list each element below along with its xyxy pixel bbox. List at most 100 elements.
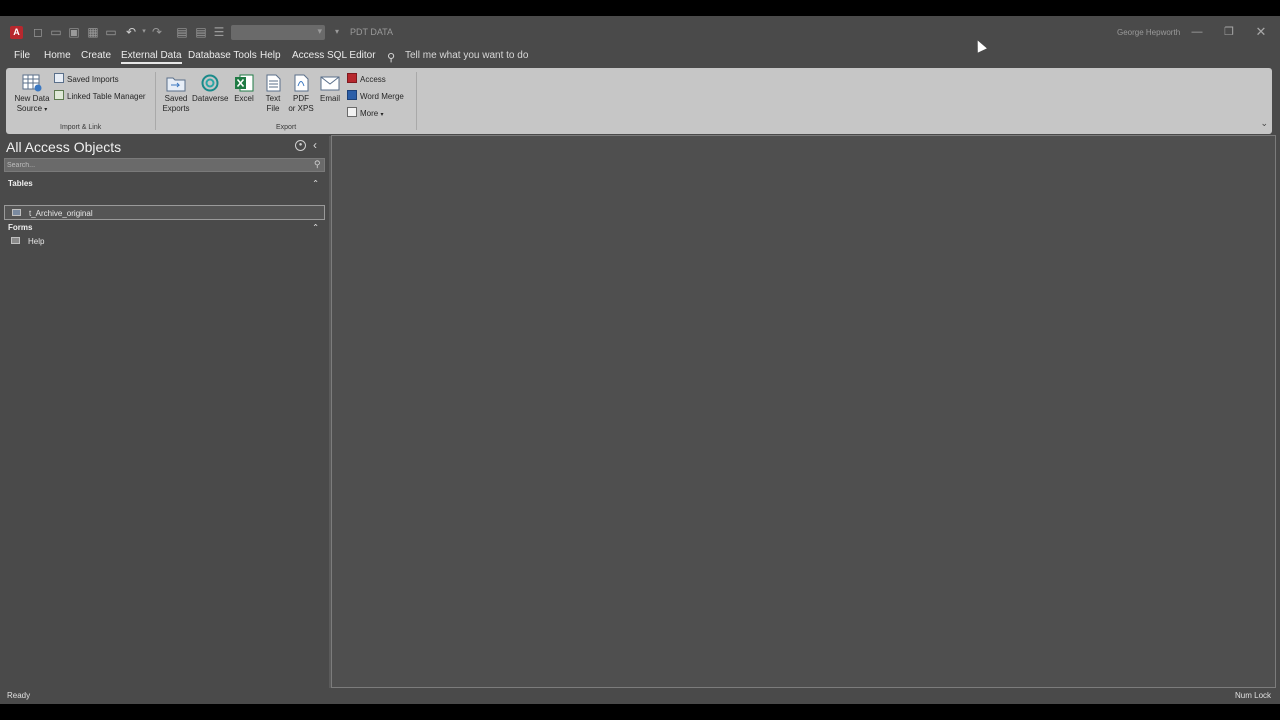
saved-exports-button[interactable]: Saved Exports [160, 74, 192, 114]
chevron-down-icon: ▾ [317, 26, 322, 36]
navigation-pane: All Access Objects ● ‹ ⚲ Tables ⌃ t_Arch… [0, 136, 329, 688]
status-ready: Ready [7, 691, 31, 700]
tab-access-sql-editor[interactable]: Access SQL Editor [292, 50, 376, 61]
dataverse-icon [201, 74, 219, 92]
nav-section-label: Tables [8, 179, 33, 188]
email-button[interactable]: Email [317, 74, 343, 104]
undo-dropdown-icon[interactable]: ▾ [137, 25, 151, 39]
document-workspace [331, 135, 1276, 688]
chevron-up-icon[interactable]: ⌃ [312, 222, 319, 234]
word-merge-button[interactable]: Word Merge [347, 90, 404, 103]
import-link-group-label: Import & Link [60, 124, 102, 131]
minimize-icon[interactable]: — [1189, 24, 1205, 40]
nav-search-box[interactable]: ⚲ [4, 158, 325, 172]
access-window: A ◻ ▭ ▣ ▦ ▭ ↶ ▾ ↷ ▤ ▤ ☰ ▾ ▾ PDT DATA Geo… [0, 16, 1280, 704]
excel-label: Excel [234, 94, 254, 103]
saved-exports-label-1: Saved [164, 94, 188, 103]
word-merge-label: Word Merge [360, 92, 404, 101]
tab-database-tools[interactable]: Database Tools [188, 50, 257, 61]
text-file-button[interactable]: Text File [260, 74, 286, 114]
print-icon[interactable]: ▭ [104, 25, 118, 39]
open-folder-icon[interactable]: ▭ [49, 25, 63, 39]
tell-me-input[interactable]: Tell me what you want to do [405, 50, 528, 61]
tab-file[interactable]: File [14, 50, 30, 61]
pdf-label-2: or XPS [288, 104, 314, 113]
nav-section-tables[interactable]: Tables ⌃ [4, 178, 325, 190]
window-title: PDT DATA [350, 27, 394, 37]
word-merge-icon [347, 90, 357, 100]
tab-create[interactable]: Create [81, 50, 111, 61]
nav-item-form[interactable]: Help [4, 234, 325, 249]
nav-item-table[interactable]: t_Archive_original [4, 205, 325, 220]
filter-icon[interactable]: ☰ [212, 25, 226, 39]
nav-item-label: Help [28, 237, 45, 246]
nav-pane-title[interactable]: All Access Objects [6, 139, 121, 155]
text-file-label-1: Text [265, 94, 281, 103]
table-icon [12, 209, 21, 216]
status-num-lock: Num Lock [1235, 691, 1272, 700]
redo-icon[interactable]: ↷ [150, 25, 164, 39]
new-data-source-button[interactable]: New Data Source ▾ [12, 74, 52, 115]
collapse-ribbon-icon[interactable]: ⌄ [1260, 118, 1268, 129]
text-file-icon [266, 74, 281, 92]
nav-section-forms[interactable]: Forms ⌃ [4, 222, 325, 234]
pdf-icon [294, 74, 309, 92]
excel-button[interactable]: Excel [230, 74, 258, 104]
ribbon-tabs: File Home Create External Data Database … [0, 50, 1280, 68]
excel-icon [235, 74, 254, 92]
restore-icon[interactable]: ❐ [1221, 24, 1237, 40]
chevron-up-icon[interactable]: ⌃ [312, 178, 319, 190]
undo-icon[interactable]: ↶ [124, 25, 138, 39]
chevron-left-icon[interactable]: ‹ [313, 138, 317, 152]
close-icon[interactable]: ✕ [1253, 24, 1269, 40]
search-icon[interactable]: ⚲ [314, 159, 321, 170]
save-icon[interactable]: ▣ [67, 25, 81, 39]
saved-imports-icon [54, 73, 64, 83]
group-separator [416, 72, 417, 130]
chevron-down-icon: ▾ [44, 107, 48, 113]
saved-imports-label: Saved Imports [67, 75, 119, 84]
saved-exports-icon [166, 77, 186, 92]
save-as-icon[interactable]: ▦ [86, 25, 100, 39]
new-file-icon[interactable]: ◻ [31, 25, 45, 39]
nav-search-input[interactable] [7, 159, 307, 171]
linked-table-manager-icon [54, 90, 64, 100]
new-data-source-label-2: Source [16, 104, 43, 113]
new-data-source-icon [22, 74, 42, 92]
status-bar: Ready Num Lock [0, 688, 1280, 704]
text-file-label-2: File [266, 104, 280, 113]
chevron-down-icon: ▾ [380, 112, 384, 118]
saved-imports-button[interactable]: Saved Imports [54, 73, 119, 86]
more-label: More [360, 109, 379, 118]
linked-table-manager-label: Linked Table Manager [67, 92, 146, 101]
sort-ascending-icon[interactable]: ▤ [175, 25, 189, 39]
export-group-label: Export [276, 124, 297, 131]
screen-top-border [0, 0, 1280, 16]
tab-help[interactable]: Help [260, 50, 281, 61]
pdf-or-xps-button[interactable]: PDF or XPS [287, 74, 315, 114]
export-access-button[interactable]: Access [347, 73, 386, 86]
export-access-label: Access [360, 75, 386, 84]
nav-options-icon[interactable]: ● [295, 140, 306, 151]
form-icon [11, 237, 20, 244]
linked-table-manager-button[interactable]: Linked Table Manager [54, 90, 146, 103]
screen-bottom-border [0, 704, 1280, 720]
customize-qat-icon[interactable]: ▾ [330, 25, 344, 39]
sort-descending-icon[interactable]: ▤ [194, 25, 208, 39]
access-app-icon[interactable]: A [10, 26, 23, 39]
quick-access-combo[interactable]: ▾ [231, 25, 325, 40]
user-name[interactable]: George Hepworth [1117, 28, 1180, 37]
dataverse-label: Dataverse [192, 94, 229, 103]
tab-home[interactable]: Home [44, 50, 71, 61]
new-data-source-label-1: New Data [14, 94, 50, 103]
pdf-label-1: PDF [293, 94, 309, 103]
nav-item-label: t_Archive_original [29, 209, 93, 218]
tab-external-data[interactable]: External Data [121, 50, 182, 64]
ribbon: New Data Source ▾ Saved Imports Linked T… [6, 68, 1272, 134]
more-export-button[interactable]: More ▾ [347, 107, 383, 121]
dataverse-button[interactable]: Dataverse [192, 74, 228, 104]
saved-exports-label-2: Exports [162, 104, 190, 113]
email-label: Email [319, 94, 340, 103]
email-icon [320, 76, 340, 91]
nav-section-label: Forms [8, 223, 33, 232]
